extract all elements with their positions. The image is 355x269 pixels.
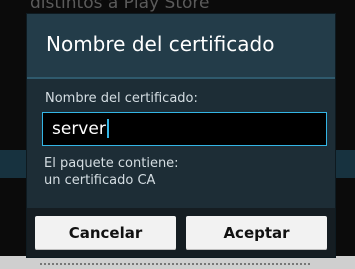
text-cursor bbox=[106, 119, 109, 138]
certificate-name-text: server bbox=[52, 119, 106, 139]
cancel-button[interactable]: Cancelar bbox=[35, 216, 176, 250]
background-top-text-strip: distintos a Play Store bbox=[0, 0, 355, 14]
package-info-line1: El paquete contiene: bbox=[44, 156, 179, 171]
package-info: El paquete contiene: un certificado CA bbox=[44, 155, 179, 189]
accept-button[interactable]: Aceptar bbox=[186, 216, 327, 250]
certificate-name-dialog: Nombre del certificado Nombre del certif… bbox=[27, 14, 335, 257]
background-top-text: distintos a Play Store bbox=[30, 0, 210, 13]
background-obscured-text bbox=[40, 263, 310, 268]
certificate-name-label: Nombre del certificado: bbox=[45, 91, 198, 106]
dialog-title: Nombre del certificado bbox=[46, 32, 275, 56]
certificate-name-value: server bbox=[52, 119, 109, 139]
certificate-name-input[interactable]: server bbox=[42, 112, 327, 146]
dialog-button-bar: Cancelar Aceptar bbox=[27, 208, 335, 257]
background-bottom-strip bbox=[0, 256, 355, 269]
dialog-title-bar: Nombre del certificado bbox=[27, 14, 335, 79]
package-info-line2: un certificado CA bbox=[44, 173, 156, 188]
